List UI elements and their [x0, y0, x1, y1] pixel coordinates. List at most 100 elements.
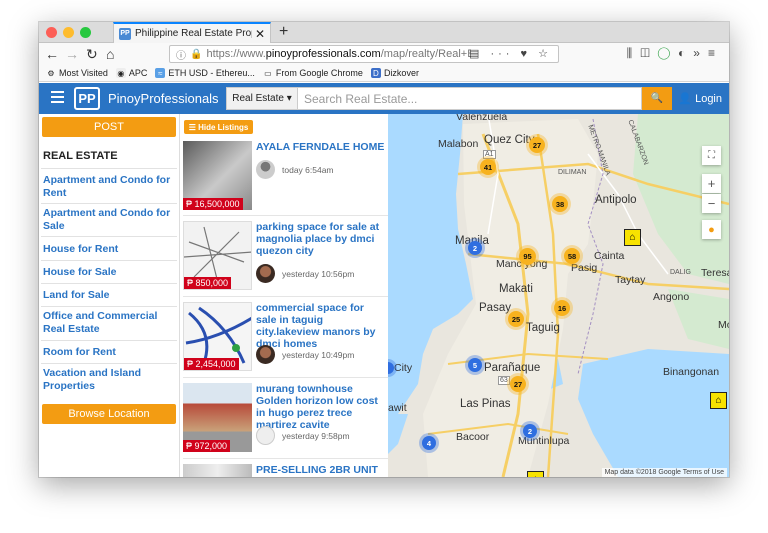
- bookmark-eth[interactable]: ≈ ETH USD - Ethereu...: [155, 68, 255, 78]
- sidebar-item-office-commercial[interactable]: Office and Commercial Real Estate: [43, 310, 177, 336]
- map-cluster[interactable]: 5: [468, 358, 482, 372]
- map-cluster[interactable]: 95: [519, 248, 536, 265]
- zoom-in-button[interactable]: +: [702, 174, 721, 193]
- reload-icon[interactable]: ↻: [86, 45, 98, 63]
- new-tab-button[interactable]: +: [279, 22, 288, 43]
- url-bar[interactable]: ⓘ 🔒 https://www.pinoyprofessionals.com/m…: [169, 45, 559, 63]
- map-cluster[interactable]: 2: [468, 241, 482, 255]
- extension2-icon[interactable]: ◐: [678, 46, 693, 60]
- zoom-out-button[interactable]: −: [702, 194, 721, 213]
- fullscreen-button[interactable]: ⛶: [702, 146, 721, 165]
- sidebar-item-house-sale[interactable]: House for Sale: [43, 266, 177, 279]
- sidebar-item-land-sale[interactable]: Land for Sale: [43, 289, 177, 302]
- browser-window: PP Philippine Real Estate Property ✕ + ←…: [39, 22, 729, 477]
- listing-item[interactable]: ₱ 972,000 murang townhouse Golden horizo…: [183, 383, 388, 459]
- listing-price: ₱ 16,500,000: [183, 198, 243, 210]
- site-brand[interactable]: PinoyProfessionals: [108, 91, 219, 106]
- map-cluster[interactable]: 27: [510, 376, 526, 392]
- sidebar-icon[interactable]: ◫: [640, 46, 658, 60]
- category-dropdown[interactable]: Real Estate ▾: [226, 87, 298, 110]
- divider: [41, 306, 177, 307]
- bookmark-apc[interactable]: ◉ APC: [115, 68, 147, 78]
- property-map[interactable]: Valenzuela Malabon Quez City A1 DILIMAN …: [388, 114, 729, 477]
- map-cluster[interactable]: 58: [564, 248, 580, 264]
- map-attribution[interactable]: Map data ©2018 Google Terms of Use: [601, 468, 727, 477]
- post-button[interactable]: POST: [42, 117, 176, 137]
- listing-title[interactable]: murang townhouse Golden horizon low cost…: [256, 383, 386, 431]
- search-input[interactable]: Search Real Estate...: [298, 87, 642, 110]
- listing-meta: today 6:54am: [256, 160, 334, 179]
- menu-icon[interactable]: ≡: [708, 46, 723, 60]
- apc-icon: ◉: [115, 68, 126, 78]
- hide-listings-button[interactable]: ☰ Hide Listings: [184, 120, 253, 134]
- browser-tab[interactable]: PP Philippine Real Estate Property ✕: [113, 22, 271, 43]
- url-tools[interactable]: ▤ ··· ♥ ☆: [469, 47, 552, 60]
- sidebar-item-apartment-sale[interactable]: Apartment and Condo for Sale: [43, 207, 177, 233]
- home-pin-icon[interactable]: ⌂: [527, 471, 544, 477]
- listing-thumbnail[interactable]: ₱ 972,000: [183, 383, 252, 452]
- home-pin-icon[interactable]: ⌂: [624, 229, 641, 246]
- place-label: Pasay: [479, 302, 511, 314]
- listing-meta: yesterday 10:49pm: [256, 345, 354, 364]
- bookmark-dizkover[interactable]: D Dizkover: [370, 68, 419, 78]
- home-icon[interactable]: ⌂: [106, 45, 114, 63]
- listing-item[interactable]: PRE-SELLING 2BR UNIT IN MANDALUYONG: [183, 464, 388, 477]
- listing-item[interactable]: ₱ 16,500,000 AYALA FERNDALE HOME today 6…: [183, 141, 388, 216]
- pocket-icon[interactable]: ♥: [521, 48, 532, 60]
- listing-thumbnail[interactable]: ₱ 850,000: [183, 221, 252, 290]
- listing-thumbnail[interactable]: [183, 464, 252, 477]
- listing-title[interactable]: AYALA FERNDALE HOME: [256, 141, 386, 153]
- back-arrow-icon[interactable]: ←: [45, 45, 59, 63]
- forward-arrow-icon[interactable]: →: [65, 45, 79, 63]
- avatar[interactable]: [256, 264, 275, 283]
- divider: [41, 340, 177, 341]
- browse-location-button[interactable]: Browse Location: [42, 404, 176, 424]
- map-cluster[interactable]: 25: [508, 311, 524, 327]
- listing-title[interactable]: parking space for sale at magnolia place…: [256, 221, 386, 257]
- map-cluster[interactable]: 38: [552, 196, 568, 212]
- sidebar-item-vacation[interactable]: Vacation and Island Properties: [43, 367, 177, 393]
- info-icon[interactable]: ⓘ: [176, 47, 186, 62]
- search-button[interactable]: 🔍: [642, 87, 672, 110]
- listing-title[interactable]: PRE-SELLING 2BR UNIT IN MANDALUYONG: [256, 464, 386, 477]
- place-label: Binangonan: [663, 366, 720, 378]
- bookmark-folder[interactable]: ▭ From Google Chrome: [263, 68, 363, 78]
- folder-icon: ▭: [264, 68, 272, 78]
- avatar[interactable]: [256, 160, 275, 179]
- listing-meta: yesterday 10:56pm: [256, 264, 354, 283]
- tab-title: Philippine Real Estate Property: [135, 28, 252, 39]
- close-window-button[interactable]: [46, 27, 57, 38]
- more-actions-icon[interactable]: ···: [490, 48, 513, 60]
- avatar[interactable]: [256, 345, 275, 364]
- sidebar-item-house-rent[interactable]: House for Rent: [43, 243, 177, 256]
- map-cluster[interactable]: 27: [529, 137, 545, 153]
- bookmark-star-icon[interactable]: ☆: [538, 48, 552, 60]
- tab-close-icon[interactable]: ✕: [255, 27, 265, 41]
- login-link[interactable]: 👤 Login: [678, 92, 722, 105]
- hamburger-menu-icon[interactable]: [51, 91, 64, 106]
- avatar[interactable]: [256, 426, 275, 445]
- listing-thumbnail[interactable]: ₱ 16,500,000: [183, 141, 252, 210]
- listing-item[interactable]: ₱ 2,454,000 commercial space for sale in…: [183, 302, 388, 378]
- overflow-icon[interactable]: »: [693, 46, 708, 60]
- listing-thumbnail[interactable]: ₱ 2,454,000: [183, 302, 252, 371]
- map-cluster[interactable]: 4: [422, 436, 436, 450]
- street-view-button[interactable]: ●: [702, 220, 721, 239]
- maximize-window-button[interactable]: [80, 27, 91, 38]
- map-cluster[interactable]: 41: [480, 159, 496, 175]
- sidebar-item-room-rent[interactable]: Room for Rent: [43, 346, 177, 359]
- reader-view-icon[interactable]: ▤: [469, 48, 483, 60]
- sidebar-item-apartment-rent[interactable]: Apartment and Condo for Rent: [43, 174, 177, 200]
- site-logo[interactable]: PP: [74, 87, 100, 110]
- extension-icon[interactable]: ◯: [658, 46, 678, 60]
- toolbar-right[interactable]: ⫼◫◯◐»≡: [627, 46, 723, 61]
- home-pin-icon[interactable]: ⌂: [710, 392, 727, 409]
- map-cluster[interactable]: 2: [523, 424, 537, 438]
- minimize-window-button[interactable]: [63, 27, 74, 38]
- listing-item[interactable]: ₱ 850,000 parking space for sale at magn…: [183, 221, 388, 297]
- library-icon[interactable]: ⫼: [627, 46, 641, 60]
- url-text[interactable]: https://www.pinoyprofessionals.com/map/r…: [206, 48, 471, 60]
- bookmark-most-visited[interactable]: ⚙ Most Visited: [46, 68, 107, 78]
- map-cluster[interactable]: 16: [554, 300, 570, 316]
- listing-title[interactable]: commercial space for sale in taguig city…: [256, 302, 386, 350]
